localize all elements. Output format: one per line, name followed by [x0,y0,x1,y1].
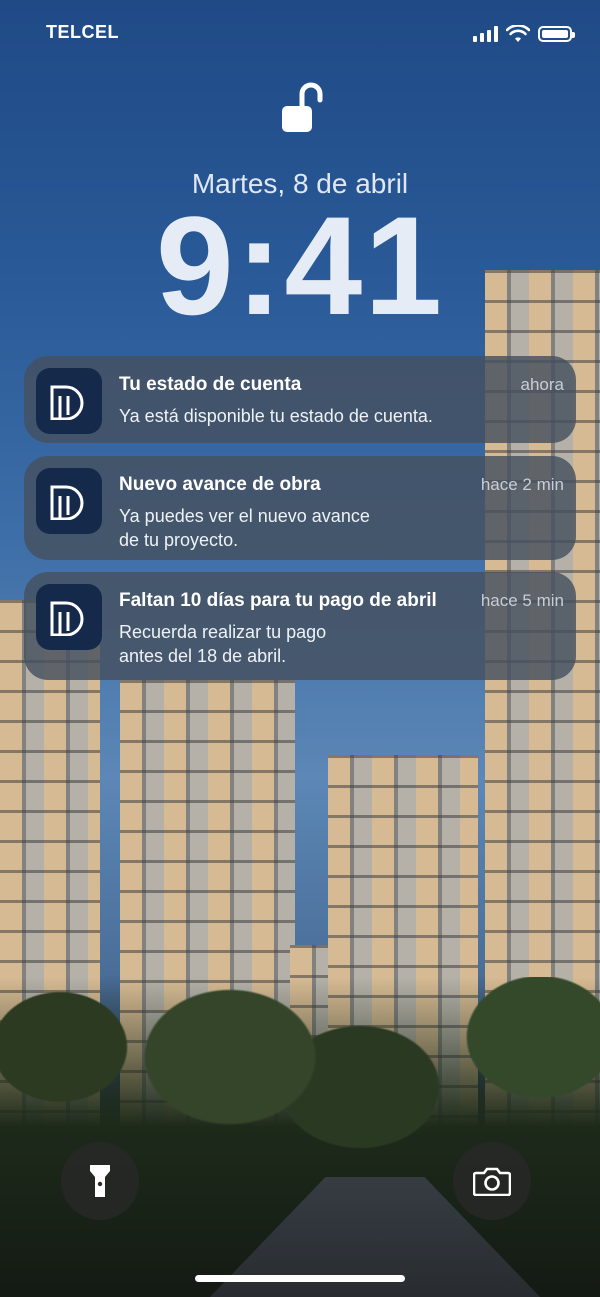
battery-icon [538,26,575,42]
flashlight-button[interactable] [61,1142,139,1220]
notification-avance-de-obra[interactable]: Nuevo avance de obra hace 2 min Ya puede… [24,456,576,560]
lock-screen: TELCEL Martes, 8 de abril 9:41 Tu estado… [0,0,600,1297]
notification-time: ahora [520,375,564,394]
notification-time: hace 2 min [480,475,564,494]
notification-body: Ya está disponible tu estado de cuenta. [119,406,433,426]
notification-body: Recuerda realizar tu pago antes del 18 d… [119,620,449,668]
wifi-icon [506,25,530,42]
app-logo-icon [36,368,102,434]
home-indicator[interactable] [195,1275,405,1282]
notification-estado-de-cuenta[interactable]: Tu estado de cuenta ahora Ya está dispon… [24,356,576,443]
notification-body-line: Ya puedes ver el nuevo avance [119,506,370,526]
notification-body-line: antes del 18 de abril. [119,646,287,666]
lockscreen-time: 9:41 [155,187,445,344]
flashlight-icon [90,1165,110,1197]
camera-button[interactable] [453,1142,531,1220]
status-icons [473,25,575,43]
notification-pago-de-abril[interactable]: Faltan 10 días para tu pago de abril hac… [24,572,576,680]
app-logo-icon [36,584,102,650]
app-logo-icon [50,485,84,520]
app-logo-icon [50,601,84,636]
notification-title: Faltan 10 días para tu pago de abril [119,590,437,611]
notification-body: Ya puedes ver el nuevo avance de tu proy… [119,504,449,552]
status-bar: TELCEL [0,0,600,70]
notification-body-line: de tu proyecto. [119,530,239,550]
app-logo-icon [50,385,84,420]
cellular-signal-icon [473,26,498,42]
carrier-name: TELCEL [46,22,119,42]
app-logo-icon [36,468,102,534]
notification-time: hace 5 min [480,591,564,610]
notification-title: Nuevo avance de obra [119,474,321,495]
notification-title: Tu estado de cuenta [119,374,302,395]
camera-icon [473,1167,511,1196]
notification-body-line: Recuerda realizar tu pago [119,622,327,642]
unlocked-padlock-icon [282,82,323,132]
